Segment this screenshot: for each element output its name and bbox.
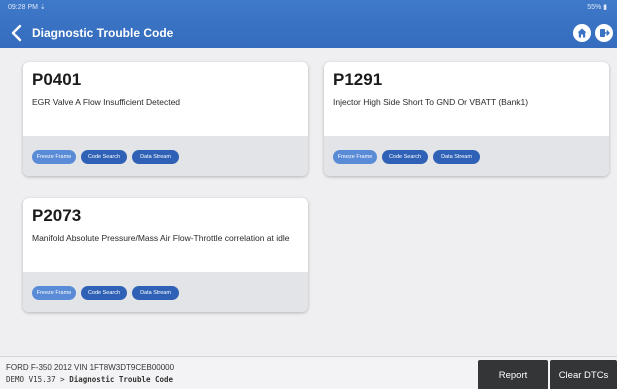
home-icon bbox=[577, 28, 587, 38]
dtc-description: Injector High Side Short To GND Or VBATT… bbox=[333, 97, 529, 107]
dtc-card-actions: Freeze Frame Code Search Data Stream bbox=[23, 272, 308, 312]
dtc-code: P0401 bbox=[32, 70, 82, 89]
code-search-button[interactable]: Code Search bbox=[382, 150, 428, 164]
exit-icon bbox=[600, 29, 610, 37]
dtc-card: P2073 Manifold Absolute Pressure/Mass Ai… bbox=[23, 198, 308, 312]
bottom-bar: FORD F-350 2012 VIN 1FT8W3DT9CEB00000 DE… bbox=[0, 356, 617, 389]
dtc-card-actions: Freeze Frame Code Search Data Stream bbox=[23, 136, 308, 176]
data-stream-button[interactable]: Data Stream bbox=[132, 286, 179, 300]
freeze-frame-button[interactable]: Freeze Frame bbox=[32, 150, 76, 164]
dtc-card: P0401 EGR Valve A Flow Insufficient Dete… bbox=[23, 62, 308, 176]
dtc-description: Manifold Absolute Pressure/Mass Air Flow… bbox=[32, 233, 290, 243]
data-stream-button[interactable]: Data Stream bbox=[433, 150, 480, 164]
report-button[interactable]: Report bbox=[478, 360, 548, 389]
code-search-button[interactable]: Code Search bbox=[81, 150, 127, 164]
dtc-card-actions: Freeze Frame Code Search Data Stream bbox=[324, 136, 609, 176]
dtc-description: EGR Valve A Flow Insufficient Detected bbox=[32, 97, 181, 107]
exit-button[interactable] bbox=[595, 24, 613, 42]
status-bar: 09:28 PM ⇣ 55% ▮ bbox=[0, 0, 617, 14]
freeze-frame-button[interactable]: Freeze Frame bbox=[32, 286, 76, 300]
app-header: 09:28 PM ⇣ 55% ▮ Diagnostic Trouble Code bbox=[0, 0, 617, 48]
data-stream-button[interactable]: Data Stream bbox=[132, 150, 179, 164]
page-title: Diagnostic Trouble Code bbox=[32, 26, 174, 40]
code-search-button[interactable]: Code Search bbox=[81, 286, 127, 300]
status-time: 09:28 PM ⇣ bbox=[8, 4, 46, 11]
breadcrumb: DEMO V15.37 > Diagnostic Trouble Code bbox=[6, 375, 173, 384]
clear-dtcs-button[interactable]: Clear DTCs bbox=[550, 360, 617, 389]
dtc-card: P1291 Injector High Side Short To GND Or… bbox=[324, 62, 609, 176]
chevron-left-icon bbox=[11, 24, 22, 42]
dtc-list: P0401 EGR Valve A Flow Insufficient Dete… bbox=[0, 48, 617, 356]
vehicle-info: FORD F-350 2012 VIN 1FT8W3DT9CEB00000 bbox=[6, 363, 175, 372]
home-button[interactable] bbox=[573, 24, 591, 42]
status-battery: 55% ▮ bbox=[587, 4, 607, 11]
dtc-code: P2073 bbox=[32, 206, 82, 225]
dtc-code: P1291 bbox=[333, 70, 383, 89]
back-button[interactable] bbox=[10, 24, 24, 42]
freeze-frame-button[interactable]: Freeze Frame bbox=[333, 150, 377, 164]
breadcrumb-prefix: DEMO V15.37 > bbox=[6, 375, 70, 384]
breadcrumb-current: Diagnostic Trouble Code bbox=[69, 375, 174, 384]
